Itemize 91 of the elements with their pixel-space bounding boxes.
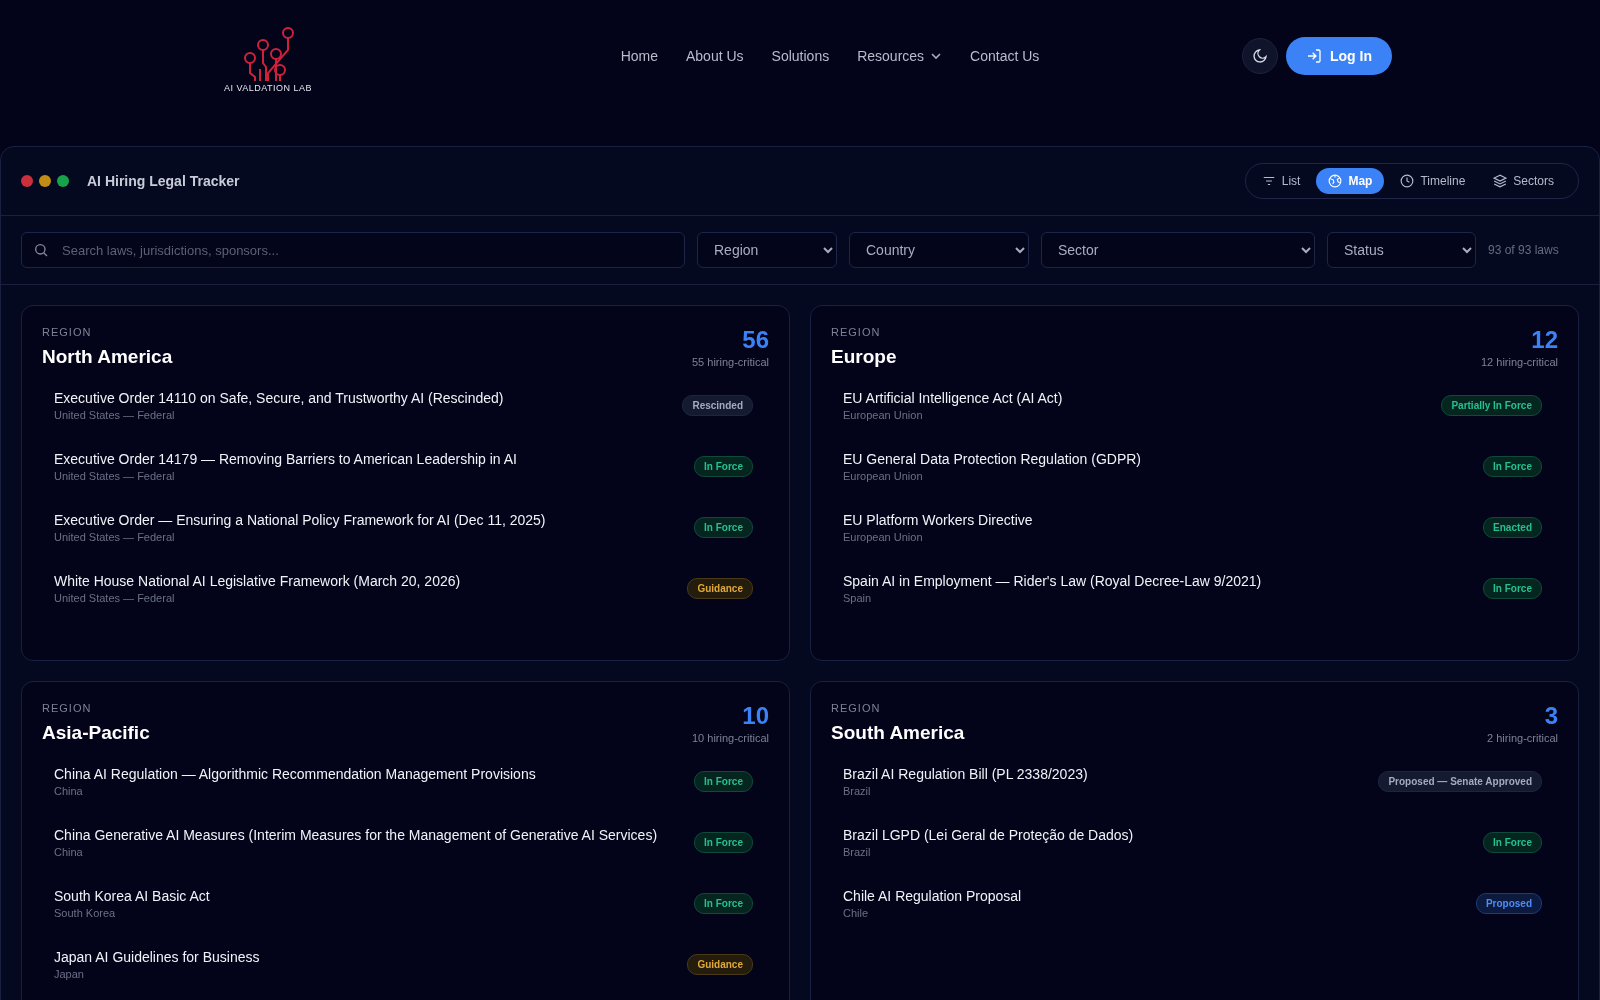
status-badge: In Force: [694, 893, 753, 914]
law-title[interactable]: Brazil LGPD (Lei Geral de Proteção de Dados): [843, 827, 1134, 843]
status-badge: Guidance: [687, 578, 753, 599]
tracker-title: AI Hiring Legal Tracker: [87, 173, 240, 189]
law-total: 10: [741, 702, 769, 730]
law-jurisdiction: Spain: [843, 592, 873, 604]
law-jurisdiction: European Union: [843, 409, 924, 421]
law-title[interactable]: Executive Order 14179 — Removing Barriers to American Leadership in AI: [54, 451, 517, 467]
status-badge: In Force: [1483, 456, 1542, 477]
logo-text: AI VALDATION LAB: [223, 83, 313, 93]
status-badge: Enacted: [1483, 517, 1542, 538]
law-total: 3: [1543, 702, 1558, 730]
view-tab[interactable]: Map: [1316, 168, 1385, 194]
law-title[interactable]: China Generative AI Measures (Interim Measures for the Management of Generative AI Services): [54, 827, 658, 843]
status-badge: In Force: [694, 832, 753, 853]
hiring-critical-count: 2 hiring-critical: [1487, 732, 1558, 744]
nav-link[interactable]: Home: [620, 48, 658, 64]
law-jurisdiction: China: [54, 785, 84, 797]
window-dot: [39, 175, 51, 187]
law-jurisdiction: United States — Federal: [54, 592, 176, 604]
law-jurisdiction: United States — Federal: [54, 470, 176, 482]
hiring-critical-count: 55 hiring-critical: [691, 356, 769, 368]
law-title[interactable]: EU Artificial Intelligence Act (AI Act): [843, 390, 1063, 406]
status-badge: Proposed — Senate Approved: [1378, 771, 1542, 792]
nav-link[interactable]: Contact Us: [970, 48, 1040, 64]
law-jurisdiction: Chile: [843, 907, 870, 919]
law-jurisdiction: Japan: [54, 968, 85, 980]
region-name: Asia-Pacific: [42, 722, 150, 744]
view-tab[interactable]: Timeline: [1388, 168, 1478, 194]
region-name: South America: [831, 722, 965, 744]
law-title[interactable]: Executive Order — Ensuring a National Policy Framework for AI (Dec 11, 2025): [54, 512, 546, 528]
law-title[interactable]: Japan AI Guidelines for Business: [54, 949, 260, 965]
chevron-down-icon: [930, 50, 943, 62]
region-label: REGION: [831, 326, 882, 338]
moon-icon: [1252, 48, 1268, 64]
law-title[interactable]: Executive Order 14110 on Safe, Secure, and Trustworthy AI (Rescinded): [54, 390, 504, 406]
law-jurisdiction: China: [54, 846, 84, 858]
status-badge: Guidance: [687, 954, 753, 975]
law-title[interactable]: Brazil AI Regulation Bill (PL 2338/2023): [843, 766, 1088, 782]
region-label: REGION: [42, 326, 93, 338]
filter-select[interactable]: Region: [697, 232, 837, 268]
search-field[interactable]: Search laws, jurisdictions, sponsors...: [21, 232, 685, 268]
globe-icon: [1328, 174, 1343, 188]
clock-icon: [1400, 174, 1415, 188]
status-badge: Rescinded: [682, 395, 753, 416]
filter-select[interactable]: Status: [1327, 232, 1476, 268]
law-title[interactable]: EU Platform Workers Directive: [843, 512, 1033, 528]
law-title[interactable]: White House National AI Legislative Framework (March 20, 2026): [54, 573, 461, 589]
status-badge: In Force: [694, 456, 753, 477]
law-title[interactable]: Chile AI Regulation Proposal: [843, 888, 1022, 904]
region-name: Europe: [831, 346, 897, 368]
status-badge: Proposed: [1475, 893, 1542, 914]
region-name: North America: [42, 346, 173, 368]
window-dot: [21, 175, 33, 187]
view-tab[interactable]: Sectors: [1481, 168, 1566, 194]
law-jurisdiction: Brazil: [843, 785, 872, 797]
law-total: 12: [1530, 326, 1558, 354]
status-badge: In Force: [1483, 832, 1542, 853]
status-badge: In Force: [1483, 578, 1542, 599]
nav-link[interactable]: About Us: [686, 48, 744, 64]
search-icon: [33, 242, 49, 258]
filter-select[interactable]: Country: [849, 232, 1029, 268]
status-badge: In Force: [694, 517, 753, 538]
law-title[interactable]: South Korea AI Basic Act: [54, 888, 210, 904]
law-title[interactable]: China AI Regulation — Algorithmic Recommendation Management Provisions: [54, 766, 536, 782]
window-dot: [57, 175, 69, 187]
login-icon: [1306, 48, 1322, 64]
region-label: REGION: [42, 702, 93, 714]
status-badge: Partially In Force: [1441, 395, 1542, 416]
law-jurisdiction: United States — Federal: [54, 531, 176, 543]
hiring-critical-count: 12 hiring-critical: [1480, 356, 1558, 368]
login-button[interactable]: Log In: [1286, 37, 1392, 75]
filter-lines-icon: [1261, 174, 1276, 188]
view-tab[interactable]: List: [1249, 168, 1313, 194]
status-badge: In Force: [694, 771, 753, 792]
law-total: 56: [741, 326, 769, 354]
nav-link[interactable]: Solutions: [771, 48, 830, 64]
law-jurisdiction: United States — Federal: [54, 409, 176, 421]
region-label: REGION: [831, 702, 882, 714]
law-jurisdiction: South Korea: [54, 907, 117, 919]
law-title[interactable]: EU General Data Protection Regulation (GDPR): [843, 451, 1142, 467]
theme-toggle-button[interactable]: [1242, 38, 1278, 74]
layers-icon: [1493, 174, 1508, 188]
nav-link[interactable]: Resources: [857, 48, 943, 64]
hiring-critical-count: 10 hiring-critical: [691, 732, 769, 744]
result-count: 93 of 93 laws: [1488, 243, 1559, 257]
law-jurisdiction: European Union: [843, 531, 924, 543]
filter-select[interactable]: Sector: [1041, 232, 1315, 268]
law-title[interactable]: Spain AI in Employment — Rider's Law (Royal Decree-Law 9/2021): [843, 573, 1262, 589]
law-jurisdiction: Brazil: [843, 846, 872, 858]
law-jurisdiction: European Union: [843, 470, 924, 482]
